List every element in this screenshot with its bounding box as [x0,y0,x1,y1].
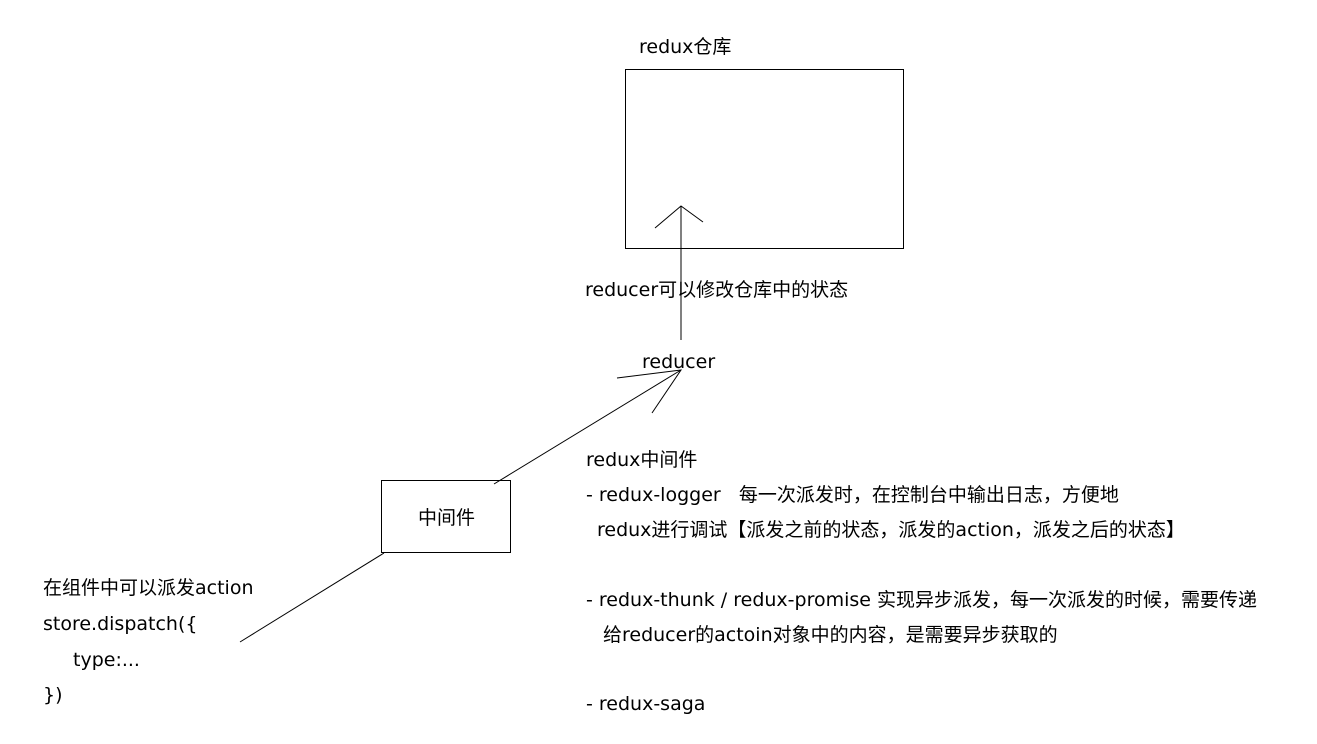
middleware-to-reducer-arrowhead [616,369,683,414]
flow-arrows [239,205,704,643]
component-to-middleware-line [239,552,385,643]
reducer-to-store-arrowhead [654,205,704,229]
middleware-to-reducer-line [493,369,682,485]
